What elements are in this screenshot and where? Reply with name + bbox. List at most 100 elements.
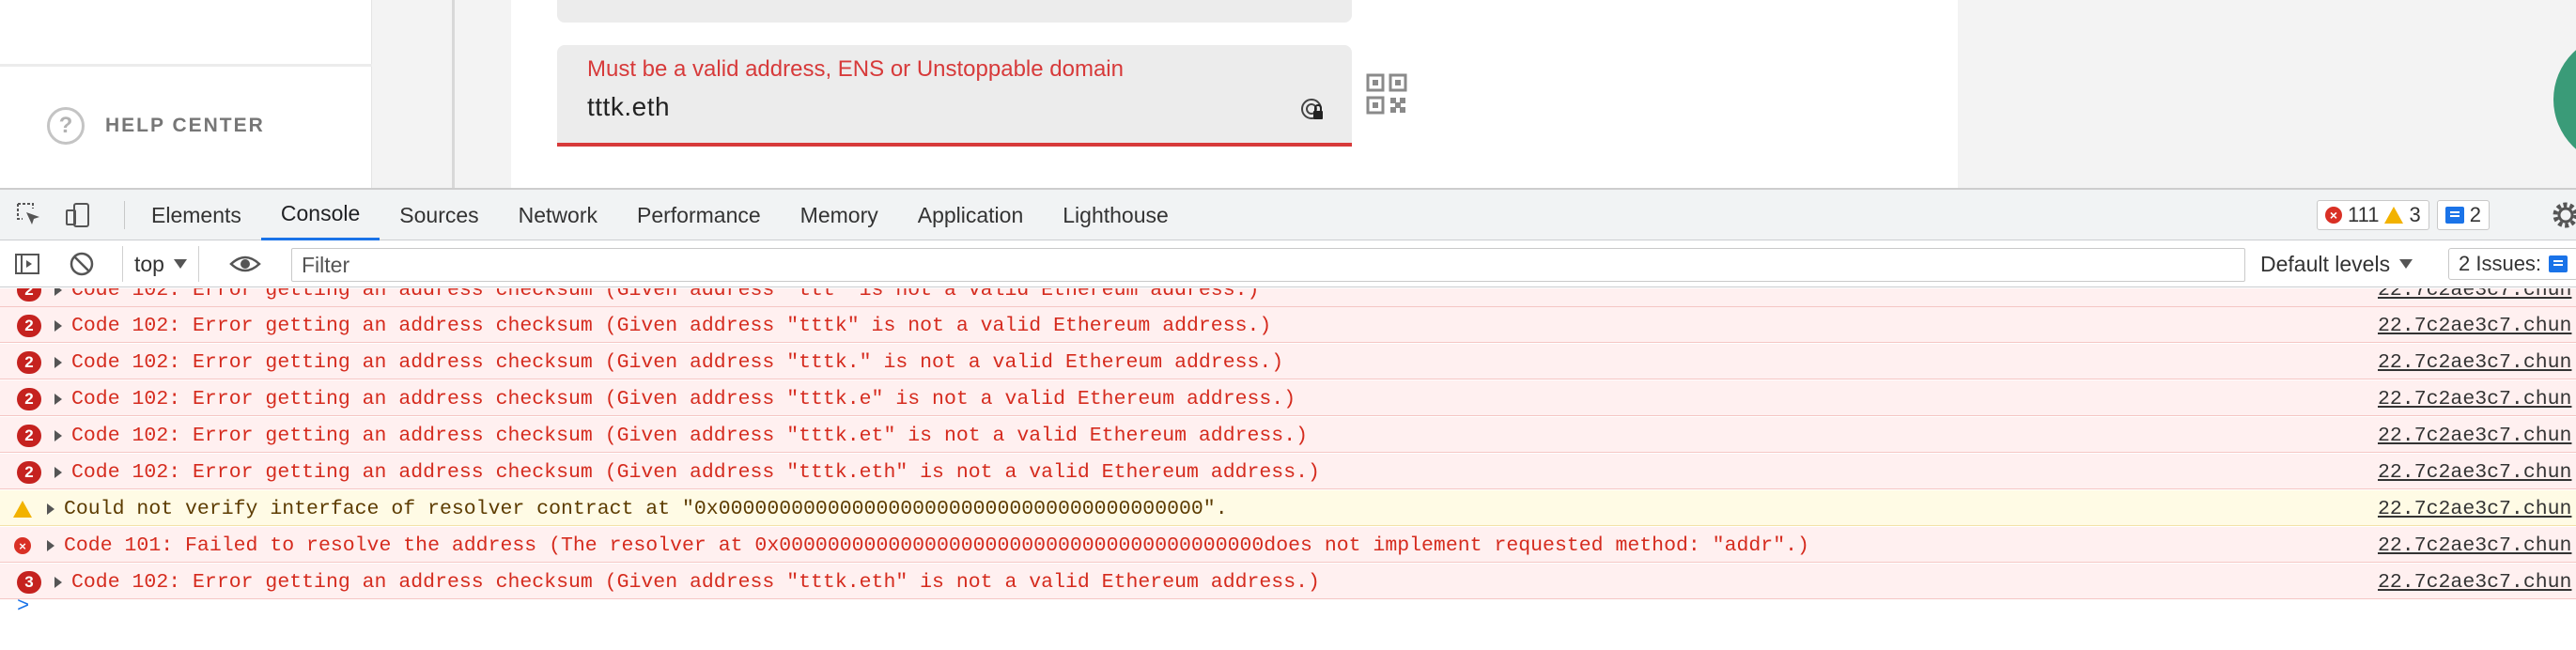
message-source-link[interactable]: 22.7c2ae3c7.chun [2378,315,2571,337]
console-message[interactable]: 2 Code 102: Error getting an address che… [0,380,2576,416]
floating-action-button[interactable] [2553,34,2576,165]
filter-input[interactable] [291,248,2245,282]
message-source-link[interactable]: 22.7c2ae3c7.chun [2378,388,2571,410]
repeat-count-badge: 2 [17,425,41,447]
context-value: top [134,251,164,276]
devtools-panel: Elements Console Sources Network Perform… [0,188,2576,650]
inspect-element-icon[interactable] [15,201,43,229]
console-warning-message[interactable]: Could not verify interface of resolver c… [0,490,2576,526]
log-levels-label: Default levels [2260,251,2391,276]
expand-triangle-icon[interactable] [54,320,62,332]
message-text: Code 102: Error getting an address check… [71,315,1272,337]
sidebar: ? HELP CENTER [0,0,372,188]
help-center-link[interactable]: ? HELP CENTER [47,107,265,145]
tab-application[interactable]: Application [898,190,1044,240]
error-warning-counter[interactable]: × 111 3 [2317,200,2429,230]
device-toolbar-icon[interactable] [64,201,92,229]
app-viewport: ? HELP CENTER Must be a valid address, E… [0,0,2576,188]
devtools-tabs: Elements Console Sources Network Perform… [132,190,1188,240]
message-icon [2444,207,2464,224]
console-message[interactable]: 2 Code 102: Error getting an address che… [0,454,2576,489]
message-text: Code 102: Error getting an address check… [71,388,1296,410]
issues-button[interactable]: 2 Issues: [2448,248,2576,280]
expand-triangle-icon[interactable] [54,288,62,296]
tab-sources[interactable]: Sources [380,190,498,240]
expand-triangle-icon[interactable] [47,540,54,551]
help-center-label: HELP CENTER [105,115,265,136]
message-source-link[interactable]: 22.7c2ae3c7.chun [2378,461,2571,484]
console-prompt[interactable]: > [17,595,29,618]
recipient-address-field[interactable]: Must be a valid address, ENS or Unstoppa… [557,45,1352,147]
error-icon: × [2325,207,2342,224]
repeat-count-badge: 2 [17,288,41,302]
message-text: Code 102: Error getting an address check… [71,425,1309,447]
expand-triangle-icon[interactable] [54,430,62,441]
context-selector[interactable]: top [122,246,199,282]
log-levels-dropdown[interactable]: Default levels [2260,250,2413,278]
address-error-message: Must be a valid address, ENS or Unstoppa… [587,56,1124,82]
console-message[interactable]: 2 Code 102: Error getting an address che… [0,307,2576,343]
tab-lighthouse[interactable]: Lighthouse [1043,190,1188,240]
message-count: 2 [2469,203,2481,226]
console-messages: 2 Code 102: Error getting an address che… [0,288,2576,650]
warning-icon [2384,207,2404,224]
devtools-tab-bar: Elements Console Sources Network Perform… [0,190,2576,240]
message-source-link[interactable]: 22.7c2ae3c7.chun [2378,351,2571,374]
console-message-partial[interactable]: 2 Code 102: Error getting an address che… [0,288,2576,307]
console-message[interactable]: × Code 101: Failed to resolve the addres… [0,527,2576,563]
tab-bar-separator [124,201,125,229]
expand-triangle-icon[interactable] [54,357,62,368]
issue-counters: × 111 3 2 [2317,200,2490,230]
message-text: Code 102: Error getting an address check… [71,571,1320,594]
repeat-count-badge: 3 [17,571,41,594]
chevron-down-icon [2399,259,2413,269]
message-source-link[interactable]: 22.7c2ae3c7.chun [2378,534,2571,557]
message-counter[interactable]: 2 [2436,200,2490,230]
console-message[interactable]: 3 Code 102: Error getting an address che… [0,564,2576,599]
message-source-link[interactable]: 22.7c2ae3c7.chun [2378,425,2571,447]
show-sidebar-icon[interactable] [13,250,41,278]
send-form-card: Must be a valid address, ENS or Unstoppa… [511,0,1958,188]
console-message[interactable]: 2 Code 102: Error getting an address che… [0,417,2576,453]
sidebar-divider [0,64,372,67]
address-input-value[interactable]: tttk.eth [587,92,670,122]
tab-console[interactable]: Console [260,190,380,240]
message-source-link[interactable]: 22.7c2ae3c7.chun [2378,288,2571,302]
error-count: 111 [2348,203,2380,226]
expand-triangle-icon[interactable] [54,467,62,478]
question-circle-icon: ? [47,107,85,145]
tab-performance[interactable]: Performance [617,190,781,240]
warning-count: 3 [2409,203,2421,226]
clear-console-icon[interactable] [68,250,96,278]
issues-label: 2 Issues: [2459,252,2542,275]
qr-code-icon[interactable] [1366,73,1407,115]
expand-triangle-icon[interactable] [54,394,62,405]
tab-network[interactable]: Network [499,190,617,240]
message-source-link[interactable]: 22.7c2ae3c7.chun [2378,498,2571,520]
message-text: Code 101: Failed to resolve the address … [64,534,1809,557]
expand-triangle-icon[interactable] [47,503,54,515]
message-icon [2549,255,2568,272]
previous-field[interactable] [557,0,1352,23]
settings-gear-icon[interactable] [2550,199,2576,231]
password-manager-icon[interactable] [1299,97,1326,123]
tab-memory[interactable]: Memory [781,190,898,240]
panel-divider [452,0,455,188]
live-expression-eye-icon[interactable] [229,252,261,276]
repeat-count-badge: 2 [17,351,41,374]
warning-icon [13,501,32,518]
repeat-count-badge: 2 [17,315,41,337]
tab-elements[interactable]: Elements [132,190,261,240]
message-text: Code 102: Error getting an address check… [71,351,1284,374]
expand-triangle-icon[interactable] [54,577,62,588]
error-icon: × [14,537,31,554]
repeat-count-badge: 2 [17,461,41,484]
repeat-count-badge: 2 [17,388,41,410]
message-text: Code 102: Error getting an address check… [71,288,1260,302]
chevron-down-icon [173,259,187,269]
message-text: Could not verify interface of resolver c… [64,498,1228,520]
console-message[interactable]: 2 Code 102: Error getting an address che… [0,344,2576,379]
console-toolbar: top Default levels 2 Issues: [0,240,2576,287]
message-text: Code 102: Error getting an address check… [71,461,1320,484]
message-source-link[interactable]: 22.7c2ae3c7.chun [2378,571,2571,594]
